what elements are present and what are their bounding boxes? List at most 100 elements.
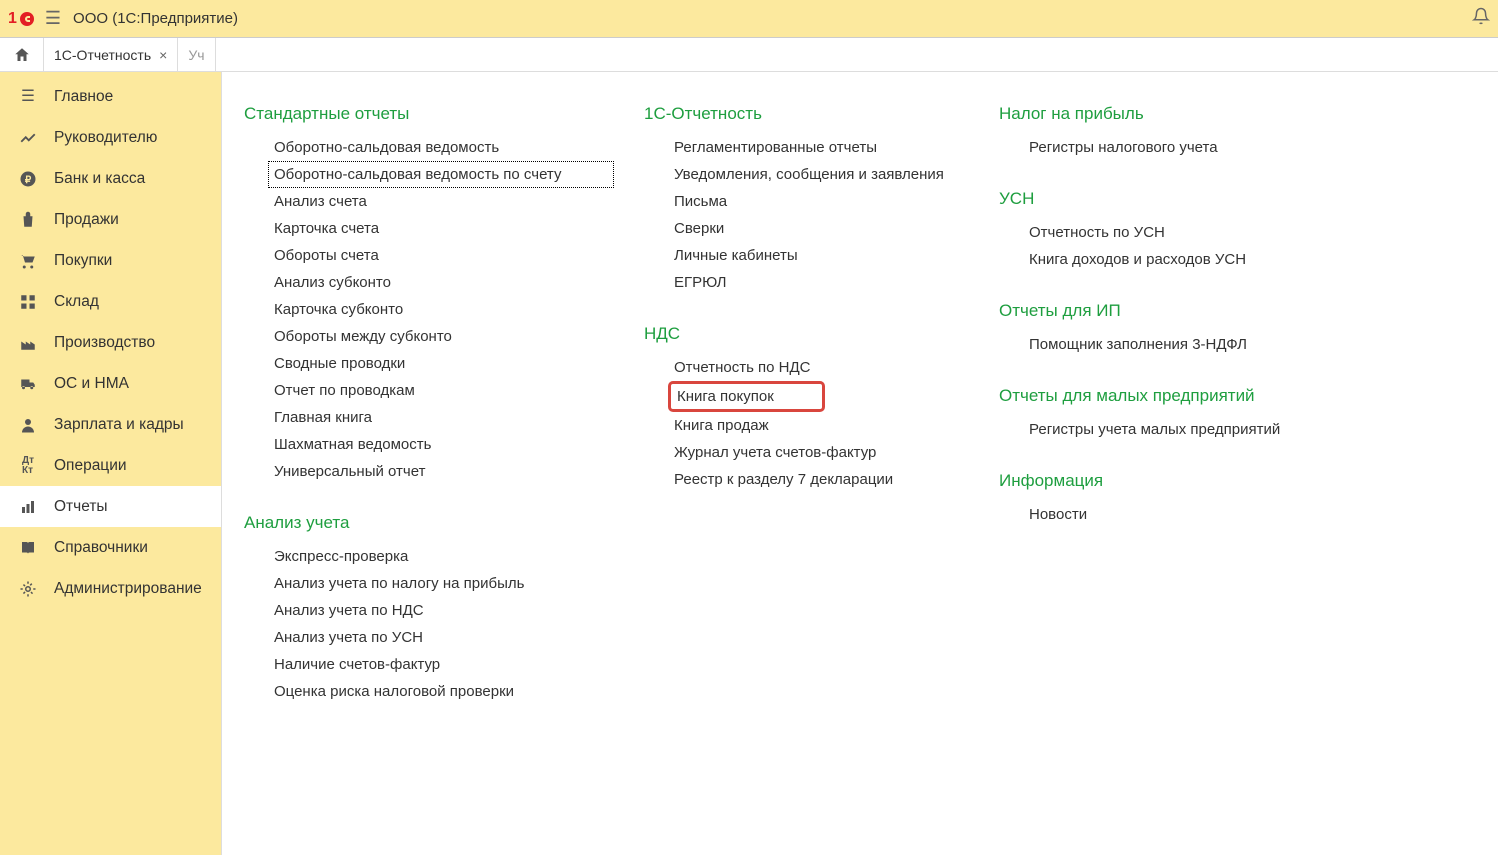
report-link[interactable]: Сводные проводки — [268, 350, 614, 377]
sidebar-item-operations[interactable]: ДтКт Операции — [0, 445, 221, 486]
person-icon — [18, 415, 38, 435]
report-link[interactable]: Экспресс-проверка — [268, 543, 614, 570]
report-link[interactable]: Личные кабинеты — [668, 242, 969, 269]
report-link[interactable]: Регистры налогового учета — [1023, 134, 1319, 161]
tab-label: 1С-Отчетность — [54, 47, 151, 63]
report-link[interactable]: Отчет по проводкам — [268, 377, 614, 404]
sidebar-item-reports[interactable]: Отчеты — [0, 486, 221, 527]
ruble-icon: ₽ — [18, 169, 38, 189]
section-title: УСН — [999, 189, 1319, 209]
highlighted-link-box: Книга покупок — [668, 381, 825, 412]
tab-partial[interactable]: Уч — [178, 38, 215, 71]
sidebar-item-manager[interactable]: Руководителю — [0, 117, 221, 158]
report-link[interactable]: Отчетность по НДС — [668, 354, 969, 381]
report-link[interactable]: Реестр к разделу 7 декларации — [668, 466, 969, 493]
report-link[interactable]: Наличие счетов-фактур — [268, 651, 614, 678]
report-link[interactable]: Регистры учета малых предприятий — [1023, 416, 1319, 443]
section-title: Отчеты для малых предприятий — [999, 386, 1319, 406]
report-link[interactable]: Оборотно-сальдовая ведомость — [268, 134, 614, 161]
section-title: Налог на прибыль — [999, 104, 1319, 124]
book-icon — [18, 538, 38, 558]
sidebar-item-label: ОС и НМА — [54, 375, 129, 393]
section-title: 1С-Отчетность — [644, 104, 969, 124]
report-link[interactable]: Карточка счета — [268, 215, 614, 242]
section-title: Стандартные отчеты — [244, 104, 614, 124]
truck-icon — [18, 374, 38, 394]
sidebar-item-label: Руководителю — [54, 129, 157, 147]
sidebar-item-purchases[interactable]: Покупки — [0, 240, 221, 281]
report-link[interactable]: Анализ учета по УСН — [268, 624, 614, 651]
sidebar-item-label: Отчеты — [54, 498, 108, 516]
sidebar-item-catalogs[interactable]: Справочники — [0, 527, 221, 568]
sidebar-item-bank[interactable]: ₽ Банк и касса — [0, 158, 221, 199]
report-link[interactable]: Обороты между субконто — [268, 323, 614, 350]
sidebar-item-sales[interactable]: Продажи — [0, 199, 221, 240]
factory-icon — [18, 333, 38, 353]
bag-icon — [18, 210, 38, 230]
report-link[interactable]: Универсальный отчет — [268, 458, 614, 485]
sidebar-item-warehouse[interactable]: Склад — [0, 281, 221, 322]
report-link[interactable]: Письма — [668, 188, 969, 215]
sidebar-item-label: Администрирование — [54, 580, 202, 598]
report-link[interactable]: Отчетность по УСН — [1023, 219, 1319, 246]
report-link[interactable]: Помощник заполнения 3-НДФЛ — [1023, 331, 1319, 358]
sidebar-item-assets[interactable]: ОС и НМА — [0, 363, 221, 404]
report-link[interactable]: Главная книга — [268, 404, 614, 431]
chart-line-icon — [18, 128, 38, 148]
gear-icon — [18, 579, 38, 599]
reports-column-tax: Налог на прибыль Регистры налогового уче… — [999, 102, 1319, 835]
reports-panel: Стандартные отчеты Оборотно-сальдовая ве… — [222, 72, 1498, 855]
sidebar-item-label: Производство — [54, 334, 155, 352]
report-link[interactable]: Оценка риска налоговой проверки — [268, 678, 614, 705]
report-link[interactable]: Обороты счета — [268, 242, 614, 269]
sidebar: ☰ Главное Руководителю ₽ Банк и касса Пр… — [0, 72, 222, 855]
sidebar-item-main[interactable]: ☰ Главное — [0, 76, 221, 117]
report-link[interactable]: Новости — [1023, 501, 1319, 528]
app-title: ООО (1С:Предприятие) — [73, 10, 238, 27]
sidebar-item-hr[interactable]: Зарплата и кадры — [0, 404, 221, 445]
report-link[interactable]: Книга доходов и расходов УСН — [1023, 246, 1319, 273]
app-logo: 1 — [8, 10, 35, 28]
sidebar-item-label: Операции — [54, 457, 127, 475]
reports-column-standard: Стандартные отчеты Оборотно-сальдовая ве… — [244, 102, 614, 835]
sidebar-item-admin[interactable]: Администрирование — [0, 568, 221, 609]
section-title: НДС — [644, 324, 969, 344]
sidebar-item-label: Покупки — [54, 252, 112, 270]
sidebar-item-label: Справочники — [54, 539, 148, 557]
sidebar-item-label: Главное — [54, 88, 113, 106]
main-menu-icon[interactable]: ☰ — [45, 8, 61, 29]
report-link-selected[interactable]: Оборотно-сальдовая ведомость по счету — [268, 161, 614, 188]
bars-icon — [18, 497, 38, 517]
tabs-bar: 1С-Отчетность × Уч — [0, 38, 1498, 72]
app-toolbar: 1 ☰ ООО (1С:Предприятие) — [0, 0, 1498, 38]
report-link[interactable]: Анализ учета по НДС — [268, 597, 614, 624]
sidebar-item-label: Продажи — [54, 211, 119, 229]
report-link[interactable]: Уведомления, сообщения и заявления — [668, 161, 969, 188]
menu-icon: ☰ — [18, 87, 38, 107]
sidebar-item-label: Банк и касса — [54, 170, 145, 188]
report-link[interactable]: Анализ учета по налогу на прибыль — [268, 570, 614, 597]
notifications-icon[interactable] — [1472, 7, 1490, 30]
dtkt-icon: ДтКт — [18, 456, 38, 476]
home-tab[interactable] — [0, 38, 44, 71]
report-link[interactable]: Анализ субконто — [268, 269, 614, 296]
sidebar-item-label: Склад — [54, 293, 99, 311]
report-link-highlighted[interactable]: Книга покупок — [677, 388, 774, 405]
sidebar-item-production[interactable]: Производство — [0, 322, 221, 363]
report-link[interactable]: ЕГРЮЛ — [668, 269, 969, 296]
report-link[interactable]: Сверки — [668, 215, 969, 242]
report-link[interactable]: Регламентированные отчеты — [668, 134, 969, 161]
report-link[interactable]: Шахматная ведомость — [268, 431, 614, 458]
report-link[interactable]: Журнал учета счетов-фактур — [668, 439, 969, 466]
main-area: ☰ Главное Руководителю ₽ Банк и касса Пр… — [0, 72, 1498, 855]
report-link[interactable]: Анализ счета — [268, 188, 614, 215]
report-link[interactable]: Книга продаж — [668, 412, 969, 439]
section-title: Анализ учета — [244, 513, 614, 533]
section-title: Отчеты для ИП — [999, 301, 1319, 321]
report-link[interactable]: Карточка субконто — [268, 296, 614, 323]
section-title: Информация — [999, 471, 1319, 491]
svg-text:₽: ₽ — [25, 174, 32, 185]
cart-icon — [18, 251, 38, 271]
close-icon[interactable]: × — [159, 47, 167, 63]
tab-1c-reporting[interactable]: 1С-Отчетность × — [44, 38, 178, 71]
